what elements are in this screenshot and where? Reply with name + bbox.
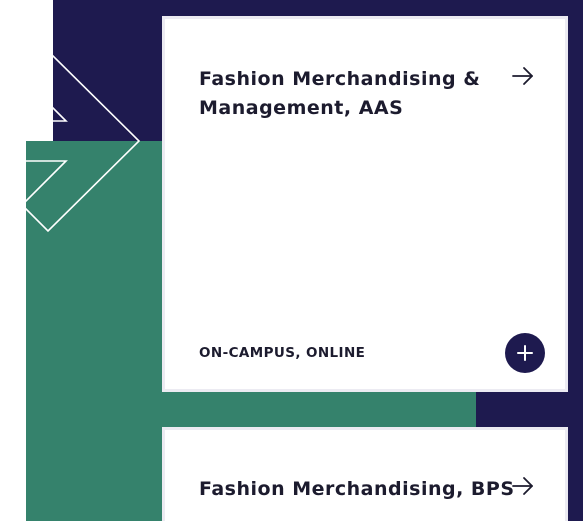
arrow-right-icon[interactable] xyxy=(511,66,535,86)
program-card[interactable]: Fashion Merchandising & Management, AAS … xyxy=(162,16,568,392)
arrow-right-icon[interactable] xyxy=(511,476,535,496)
plus-icon xyxy=(517,345,533,361)
program-title[interactable]: Fashion Merchandising & Management, AAS xyxy=(199,65,489,123)
program-title[interactable]: Fashion Merchandising, BPS xyxy=(199,475,519,504)
program-delivery-modes: ON-CAMPUS, ONLINE xyxy=(199,345,366,361)
expand-button[interactable] xyxy=(505,333,545,373)
program-card[interactable]: Fashion Merchandising, BPS xyxy=(162,427,568,521)
program-listing: Fashion Merchandising & Management, AAS … xyxy=(0,0,583,521)
